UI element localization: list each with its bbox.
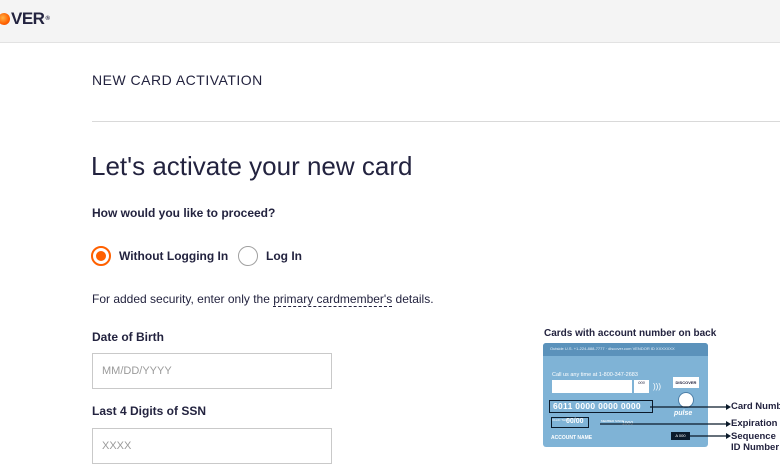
contactless-icon: ))) [653, 382, 661, 391]
account-name-text: ACCOUNT NAME [551, 435, 593, 441]
radio-log-in[interactable]: Log In [238, 246, 302, 266]
callout-expiration: Expiration [731, 418, 778, 429]
top-bar: VER ® [0, 0, 780, 43]
callout-sequence: Sequence ID Number [731, 431, 780, 453]
radio-button-selected[interactable] [91, 246, 111, 266]
dob-label: Date of Birth [92, 330, 164, 344]
radio-label-log-in: Log In [266, 249, 302, 263]
card-brand-logo: DISCOVER [673, 377, 699, 388]
proceed-question: How would you like to proceed? [92, 206, 276, 220]
card-signature-panel [552, 380, 632, 393]
valid-thru-tag: VALID THRU [552, 418, 570, 422]
dob-input[interactable] [92, 353, 332, 389]
ssn-label: Last 4 Digits of SSN [92, 404, 207, 418]
card-cvv-box: 000 [634, 380, 649, 393]
discover-dot-icon [0, 13, 10, 25]
radio-without-login[interactable]: Without Logging In [91, 246, 228, 266]
primary-cardmember-link[interactable]: primary cardmember's [273, 292, 393, 307]
radio-button-unselected[interactable] [238, 246, 258, 266]
section-title: NEW CARD ACTIVATION [92, 72, 263, 88]
page-headline: Let's activate your new card [91, 151, 413, 181]
ssn-input[interactable] [92, 428, 332, 464]
logo-text: VER [11, 9, 45, 28]
card-call-text: Call us any time at 1-800-347-2683 [552, 372, 638, 378]
divider [92, 121, 780, 122]
callout-card-number: Card Numb [731, 401, 780, 412]
card-strip-text: Outside U.S. +1-224-888-7777 · discover.… [550, 346, 675, 351]
security-note: For added security, enter only the prima… [92, 292, 434, 307]
discover-logo[interactable]: VER ® [0, 9, 50, 28]
radio-label-without-login: Without Logging In [119, 249, 229, 263]
card-example-caption: Cards with account number on back [544, 328, 717, 339]
